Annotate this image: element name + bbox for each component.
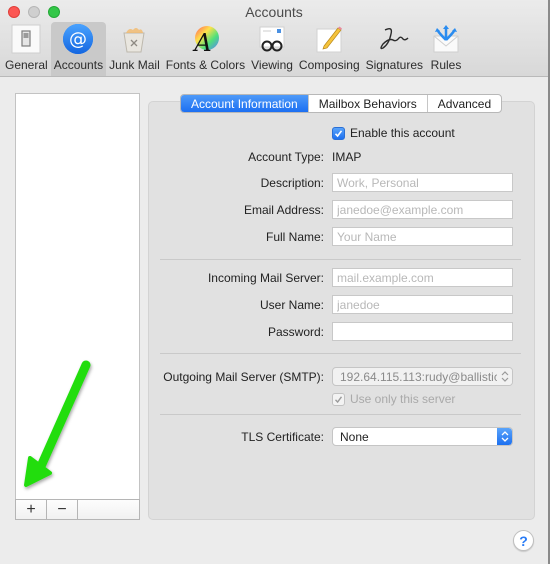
toolbar-item-junk-mail[interactable]: Junk Mail — [106, 22, 163, 76]
user-name-row: User Name: — [150, 295, 530, 315]
outgoing-server-value: 192.64.115.113:rudy@ballistic — [340, 370, 500, 384]
account-list[interactable] — [15, 93, 140, 500]
title-bar: Accounts General @ Accounts Junk Mail A … — [0, 0, 548, 77]
checkmark-icon — [334, 395, 343, 403]
full-name-row: Full Name: — [150, 227, 530, 247]
password-input[interactable] — [332, 322, 513, 341]
account-tabs: Account Information Mailbox Behaviors Ad… — [180, 94, 503, 113]
tab-advanced[interactable]: Advanced — [428, 95, 501, 112]
user-name-input[interactable] — [332, 295, 513, 314]
toolbar-label: Rules — [430, 58, 462, 72]
preferences-toolbar: General @ Accounts Junk Mail A Fonts & C… — [2, 22, 466, 76]
toolbar-item-rules[interactable]: Rules — [426, 22, 466, 76]
account-type-label: Account Type: — [248, 150, 324, 164]
toolbar-label: Signatures — [365, 58, 423, 72]
svg-text:@: @ — [69, 29, 87, 50]
outgoing-server-row: Outgoing Mail Server (SMTP): 192.64.115.… — [150, 367, 530, 387]
toolbar-item-composing[interactable]: Composing — [296, 22, 363, 76]
password-row: Password: — [150, 322, 530, 342]
full-name-label: Full Name: — [265, 230, 324, 244]
tls-certificate-row: TLS Certificate: None — [150, 427, 530, 447]
window-title: Accounts — [245, 4, 303, 20]
tls-certificate-select[interactable]: None — [332, 427, 513, 446]
toolbar-label: Composing — [298, 58, 360, 72]
toolbar-label: General — [5, 58, 48, 72]
toolbar-label: Junk Mail — [109, 58, 160, 72]
account-type-row: Account Type: IMAP — [150, 147, 530, 167]
section-divider — [160, 259, 521, 260]
updown-chevron-icon — [497, 368, 512, 385]
help-button[interactable]: ? — [513, 530, 534, 551]
tls-certificate-value: None — [340, 430, 369, 444]
email-input[interactable] — [332, 200, 513, 219]
outgoing-server-label: Outgoing Mail Server (SMTP): — [163, 370, 324, 384]
preferences-window: Accounts General @ Accounts Junk Mail A … — [0, 0, 550, 564]
email-label: Email Address: — [243, 203, 324, 217]
signature-icon — [377, 23, 411, 55]
section-divider — [160, 353, 521, 354]
description-label: Description: — [260, 176, 324, 190]
use-only-server-label: Use only this server — [350, 392, 456, 406]
toolbar-item-general[interactable]: General — [2, 22, 51, 76]
enable-account-label: Enable this account — [350, 126, 455, 140]
account-list-buttons: + − — [15, 499, 140, 520]
at-sign-icon: @ — [61, 23, 95, 55]
svg-text:A: A — [193, 29, 212, 54]
incoming-server-row: Incoming Mail Server: — [150, 268, 530, 288]
toolbar-item-accounts[interactable]: @ Accounts — [50, 22, 107, 76]
toolbar-item-signatures[interactable]: Signatures — [363, 22, 426, 76]
enable-account-checkbox[interactable] — [332, 126, 345, 140]
envelope-arrows-icon — [429, 23, 463, 55]
use-only-server-row: Use only this server — [332, 391, 455, 407]
toolbar-label: Fonts & Colors — [165, 58, 246, 72]
tab-account-information[interactable]: Account Information — [181, 95, 309, 112]
tls-certificate-label: TLS Certificate: — [241, 430, 324, 444]
email-row: Email Address: — [150, 200, 530, 220]
glasses-icon — [255, 23, 289, 55]
outgoing-server-select[interactable]: 192.64.115.113:rudy@ballistic — [332, 367, 513, 386]
description-input[interactable] — [332, 173, 513, 192]
list-buttons-spacer — [78, 500, 139, 519]
general-switch-icon — [9, 23, 43, 55]
password-label: Password: — [267, 325, 324, 339]
trash-bin-icon — [117, 23, 151, 55]
incoming-server-label: Incoming Mail Server: — [207, 271, 324, 285]
description-row: Description: — [150, 173, 530, 193]
user-name-label: User Name: — [259, 298, 324, 312]
question-mark-icon: ? — [519, 532, 528, 549]
toolbar-item-fonts-colors[interactable]: A Fonts & Colors — [163, 22, 248, 76]
add-account-button[interactable]: + — [16, 500, 47, 519]
toolbar-label: Accounts — [53, 58, 104, 72]
font-color-wheel-icon: A — [188, 23, 222, 55]
toolbar-item-viewing[interactable]: Viewing — [248, 22, 296, 76]
use-only-server-checkbox[interactable] — [332, 392, 345, 406]
updown-chevron-icon — [497, 428, 512, 445]
incoming-server-input[interactable] — [332, 268, 513, 287]
tab-mailbox-behaviors[interactable]: Mailbox Behaviors — [309, 95, 428, 112]
account-type-value: IMAP — [332, 150, 362, 164]
toolbar-label: Viewing — [251, 58, 293, 72]
enable-account-row: Enable this account — [332, 125, 455, 141]
checkmark-icon — [334, 129, 343, 137]
full-name-input[interactable] — [332, 227, 513, 246]
section-divider — [160, 414, 521, 415]
pencil-icon — [312, 23, 346, 55]
remove-account-button[interactable]: − — [47, 500, 78, 519]
